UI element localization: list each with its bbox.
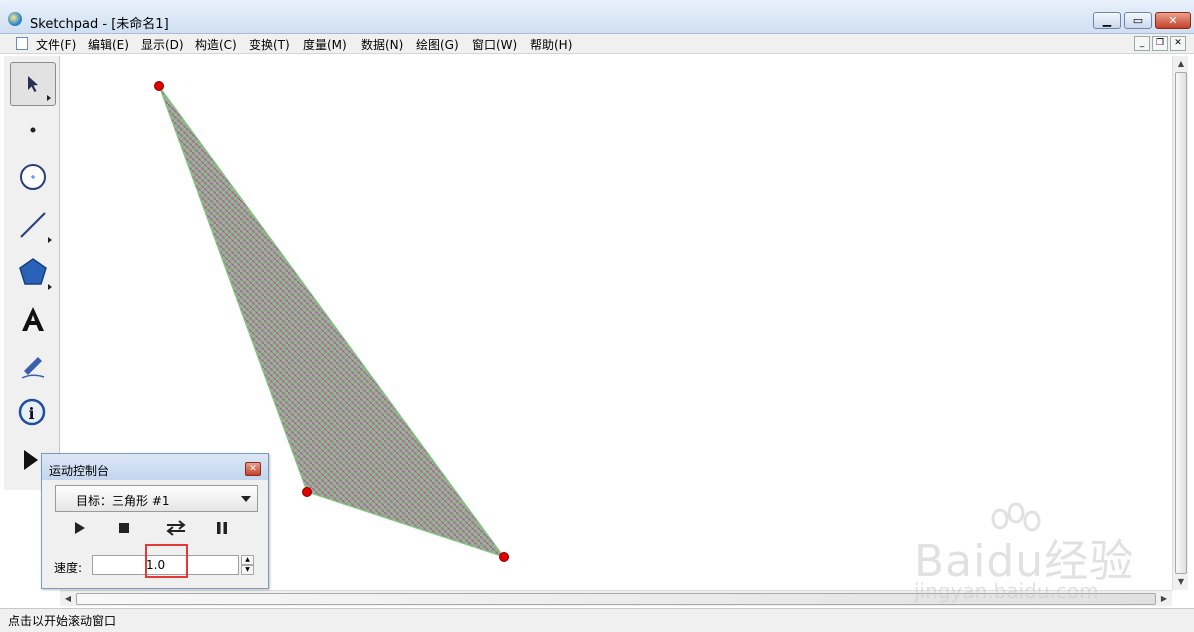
compass-tool-icon: [20, 164, 46, 190]
menu-edit[interactable]: 编辑(E): [86, 36, 131, 53]
menu-measure[interactable]: 度量(M): [301, 36, 349, 53]
menu-graph[interactable]: 绘图(G): [414, 36, 461, 53]
stop-icon: [119, 523, 129, 533]
menu-help[interactable]: 帮助(H): [528, 36, 574, 53]
status-text: 点击以开始滚动窗口: [8, 614, 117, 628]
point-tool[interactable]: [10, 108, 56, 152]
pause-button[interactable]: [208, 518, 236, 538]
document-icon[interactable]: [16, 37, 28, 50]
watermark-url: jingyan.baidu.com: [914, 579, 1099, 603]
arrow-tool[interactable]: [10, 62, 56, 106]
doc-close-button[interactable]: ✕: [1170, 36, 1186, 51]
highlight-box: [145, 544, 188, 578]
reverse-button[interactable]: [162, 518, 190, 538]
chevron-down-icon: [241, 496, 251, 502]
marker-tool-icon: [21, 357, 45, 379]
triangle-vertex[interactable]: [154, 81, 164, 91]
line-tool[interactable]: [10, 203, 56, 247]
polygon-tool-icon: [19, 258, 47, 285]
arrow-tool-icon: [28, 76, 38, 92]
spin-down-icon[interactable]: ▼: [241, 565, 254, 575]
text-tool[interactable]: [10, 297, 56, 341]
pause-icon: [217, 522, 227, 534]
polygon-tool[interactable]: [10, 250, 56, 294]
line-tool-icon: [20, 212, 46, 238]
speed-label: 速度:: [54, 561, 83, 575]
menu-display[interactable]: 显示(D): [139, 36, 186, 53]
status-bar: 点击以开始滚动窗口: [0, 608, 1194, 632]
target-value: 目标：三角形 #1: [76, 494, 170, 508]
maximize-button[interactable]: ▭: [1124, 12, 1152, 29]
stop-button[interactable]: [110, 518, 138, 538]
minimize-button[interactable]: ▁: [1093, 12, 1121, 29]
app-icon: [8, 12, 22, 26]
submenu-indicator: [47, 95, 51, 101]
scroll-left-icon[interactable]: ◀: [60, 591, 76, 607]
doc-minimize-button[interactable]: _: [1134, 36, 1150, 51]
compass-tool[interactable]: [10, 155, 56, 199]
motion-panel-titlebar[interactable]: 运动控制台 ✕: [42, 454, 268, 480]
scroll-down-icon[interactable]: ▼: [1173, 574, 1189, 590]
window-title: Sketchpad - [未命名1]: [30, 17, 169, 32]
submenu-indicator: [48, 284, 52, 290]
info-tool-icon: i: [18, 398, 46, 426]
text-tool-icon: [22, 307, 44, 331]
vertical-scroll-thumb[interactable]: [1175, 72, 1187, 574]
baidu-watermark: Baidu经验 jingyan.baidu.com: [912, 502, 1142, 603]
marker-tool[interactable]: [10, 344, 56, 388]
menu-construct[interactable]: 构造(C): [193, 36, 239, 53]
scroll-up-icon[interactable]: ▲: [1173, 56, 1189, 72]
submenu-indicator: [48, 237, 52, 243]
menu-bar: 文件(F) 编辑(E) 显示(D) 构造(C) 变换(T) 度量(M) 数据(N…: [0, 34, 1194, 54]
reverse-icon: [166, 520, 186, 536]
motion-controller-panel: 运动控制台 ✕ 目标：三角形 #1 速度: 1.0 ▲ ▼: [41, 453, 269, 589]
menu-window[interactable]: 窗口(W): [470, 36, 519, 53]
menu-transform[interactable]: 变换(T): [247, 36, 292, 53]
title-bar: Sketchpad - [未命名1] ▁ ▭ ✕: [0, 0, 1194, 34]
spin-up-icon[interactable]: ▲: [241, 555, 254, 565]
info-tool[interactable]: i: [10, 391, 56, 435]
play-icon: [75, 522, 85, 534]
play-button[interactable]: [66, 518, 94, 538]
close-button[interactable]: ✕: [1155, 12, 1191, 29]
triangle-vertex[interactable]: [499, 552, 509, 562]
menu-data[interactable]: 数据(N): [359, 36, 405, 53]
toolbox: i: [4, 56, 60, 490]
point-tool-icon: [30, 127, 36, 133]
motion-panel-title: 运动控制台: [49, 464, 110, 478]
vertical-scrollbar[interactable]: ▲ ▼: [1172, 56, 1188, 590]
triangle-vertex[interactable]: [302, 487, 312, 497]
doc-restore-button[interactable]: ❐: [1152, 36, 1168, 51]
close-icon[interactable]: ✕: [245, 462, 261, 476]
target-dropdown[interactable]: 目标：三角形 #1: [55, 485, 258, 512]
svg-text:i: i: [29, 404, 35, 423]
menu-file[interactable]: 文件(F): [34, 36, 78, 53]
scroll-right-icon[interactable]: ▶: [1156, 591, 1172, 607]
